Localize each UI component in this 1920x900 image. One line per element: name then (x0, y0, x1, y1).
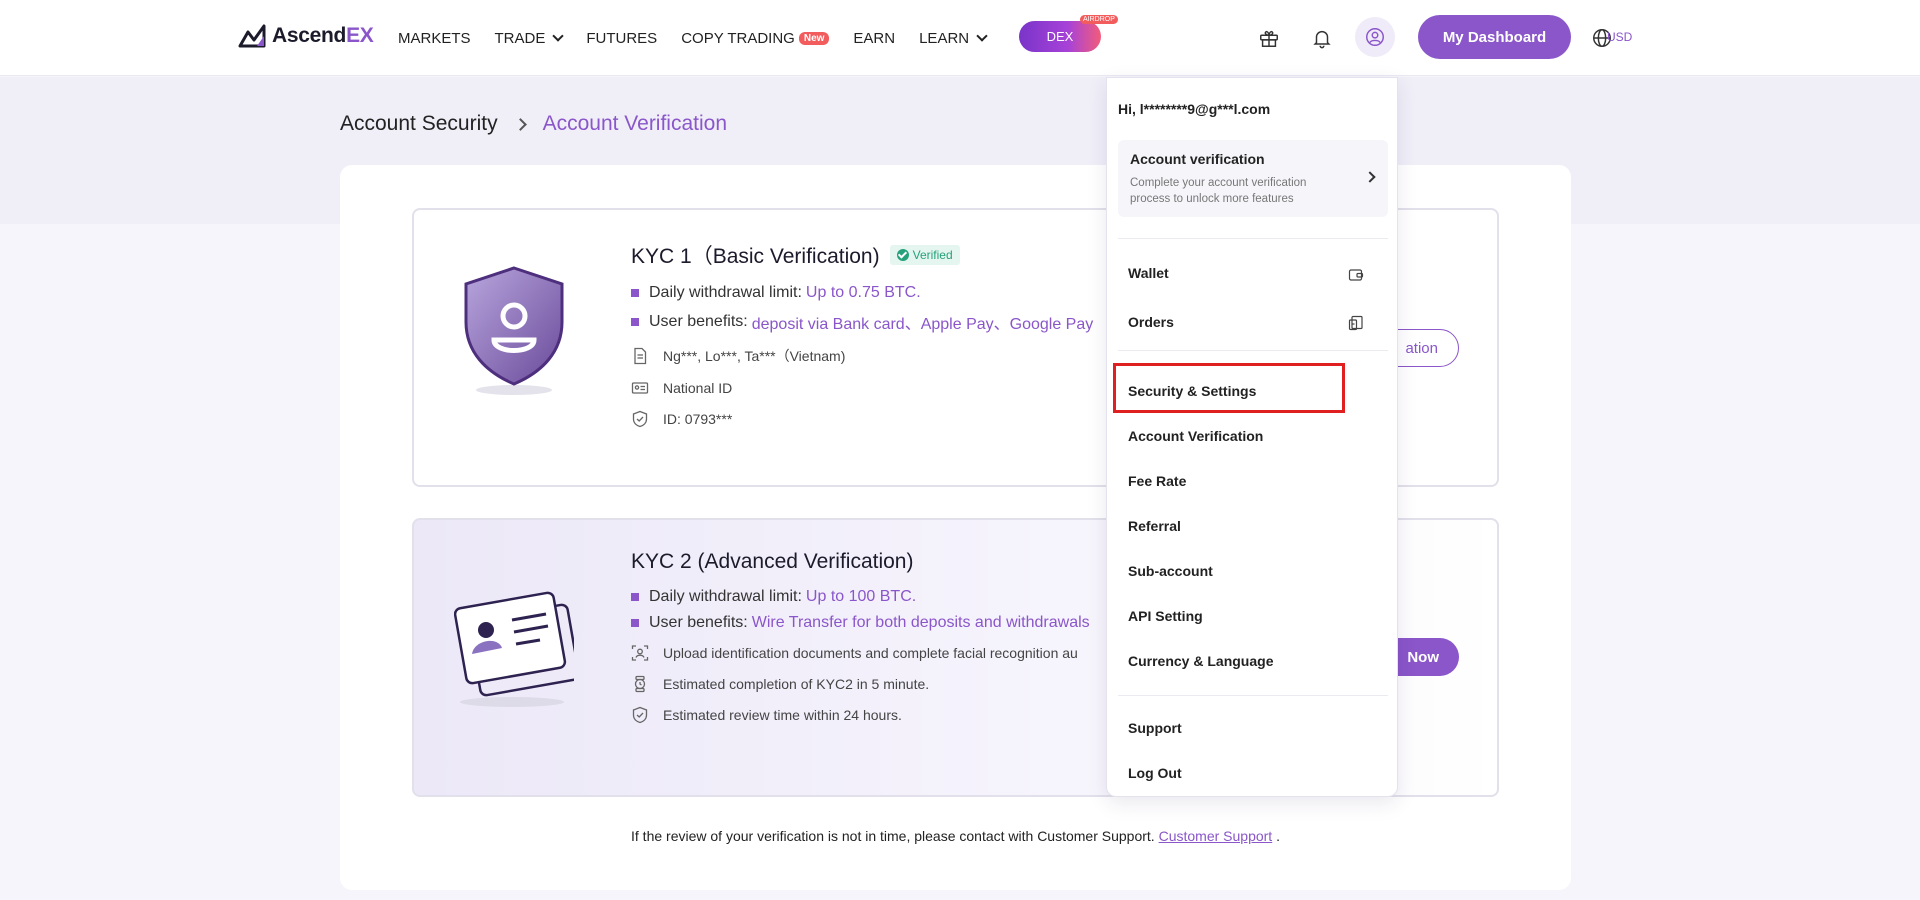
menu-copy-trading[interactable]: COPY TRADING New (681, 30, 830, 47)
kyc2-title: KYC 2 (Advanced Verification) (631, 550, 914, 573)
orders-icon (1348, 315, 1363, 331)
gift-icon[interactable] (1253, 22, 1285, 54)
dex-button[interactable]: DEX (1019, 21, 1101, 52)
verified-badge: Verified (889, 245, 960, 265)
main-menu: MARKETS TRADE FUTURES COPY TRADING New EA… (398, 0, 1010, 76)
menu-support[interactable]: Support (1128, 720, 1182, 736)
face-scan-icon (631, 645, 649, 661)
kyc2-detail-upload: Upload identification documents and comp… (631, 644, 1090, 662)
support-note: If the review of your verification is no… (631, 828, 1280, 844)
chevron-down-icon (976, 29, 988, 42)
new-badge: New (798, 31, 830, 45)
top-nav: AscendEX MARKETS TRADE FUTURES COPY TRAD… (0, 0, 1920, 76)
chevron-right-icon (513, 117, 527, 131)
menu-sub-account[interactable]: Sub-account (1128, 563, 1213, 579)
kyc1-body: KYC 1（Basic Verification) Verified Daily… (631, 240, 1093, 441)
kyc2-detail-review: Estimated review time within 24 hours. (631, 706, 1090, 724)
menu-learn[interactable]: LEARN (919, 29, 988, 47)
logo-text: AscendEX (272, 24, 374, 47)
kyc2-limit: Daily withdrawal limit: Up to 100 BTC. (631, 588, 1090, 606)
document-icon (634, 347, 647, 365)
chevron-down-icon (552, 29, 565, 42)
check-circle-icon (896, 249, 909, 261)
profile-icon[interactable] (1355, 17, 1395, 57)
verify-card-title: Account verification (1130, 151, 1265, 167)
kyc2-body: KYC 2 (Advanced Verification) Daily with… (631, 550, 1090, 737)
logo-mark-icon (238, 24, 266, 48)
kyc1-limit: Daily withdrawal limit: Up to 0.75 BTC. (631, 284, 1093, 302)
menu-security-settings[interactable]: Security & Settings (1128, 383, 1256, 399)
shield-check-icon (632, 410, 648, 428)
dex-airdrop-tag: AIRDROP (1080, 15, 1118, 24)
kyc2-detail-completion: Estimated completion of KYC2 in 5 minute… (631, 675, 1090, 693)
user-greeting: Hi, l********9@g***l.com (1118, 101, 1271, 117)
bell-icon[interactable] (1306, 22, 1338, 54)
menu-api-setting[interactable]: API Setting (1128, 608, 1203, 624)
chevron-right-icon (1364, 171, 1376, 183)
menu-currency-language[interactable]: Currency & Language (1128, 653, 1273, 669)
kyc2-benefits: User benefits: Wire Transfer for both dep… (631, 614, 1090, 632)
divider (1118, 350, 1388, 351)
divider (1118, 695, 1388, 696)
my-dashboard-button[interactable]: My Dashboard (1418, 15, 1571, 59)
shield-user-icon (464, 266, 564, 395)
divider (1118, 238, 1388, 239)
kyc1-title: KYC 1（Basic Verification) Verified (631, 240, 1093, 270)
kyc1-benefits: User benefits: deposit via Bank card、Appl… (631, 310, 1093, 334)
verify-card-desc: Complete your account verification proce… (1130, 177, 1307, 205)
breadcrumb: Account Security Account Verification (340, 112, 727, 136)
customer-support-link[interactable]: Customer Support (1159, 828, 1273, 844)
menu-account-verification[interactable]: Account Verification (1128, 428, 1263, 444)
wallet-icon (1348, 269, 1364, 281)
id-card-icon (631, 382, 649, 394)
menu-referral[interactable]: Referral (1128, 518, 1181, 534)
account-dropdown: Hi, l********9@g***l.com Account verific… (1106, 77, 1398, 797)
currency-selector[interactable]: USD (1607, 30, 1632, 44)
menu-orders[interactable]: Orders (1128, 314, 1174, 330)
breadcrumb-account-security[interactable]: Account Security (340, 112, 498, 136)
kyc1-name: Ng***, Lo***, Ta***（Vietnam) (631, 346, 1093, 366)
menu-futures[interactable]: FUTURES (586, 30, 657, 47)
menu-fee-rate[interactable]: Fee Rate (1128, 473, 1186, 489)
menu-earn[interactable]: EARN (853, 30, 895, 47)
account-verification-card[interactable]: Account verification Complete your accou… (1118, 140, 1388, 217)
shield-check-icon (632, 706, 648, 724)
menu-markets[interactable]: MARKETS (398, 30, 471, 47)
ascendex-logo[interactable]: AscendEX (238, 24, 374, 48)
watch-icon (634, 675, 646, 693)
id-card-illustration-icon (454, 591, 574, 707)
kyc1-doc-type: National ID (631, 379, 1093, 397)
kyc1-id: ID: 0793*** (631, 410, 1093, 428)
breadcrumb-account-verification: Account Verification (542, 112, 728, 135)
menu-wallet[interactable]: Wallet (1128, 265, 1169, 281)
menu-trade[interactable]: TRADE (495, 29, 565, 47)
menu-log-out[interactable]: Log Out (1128, 765, 1182, 781)
